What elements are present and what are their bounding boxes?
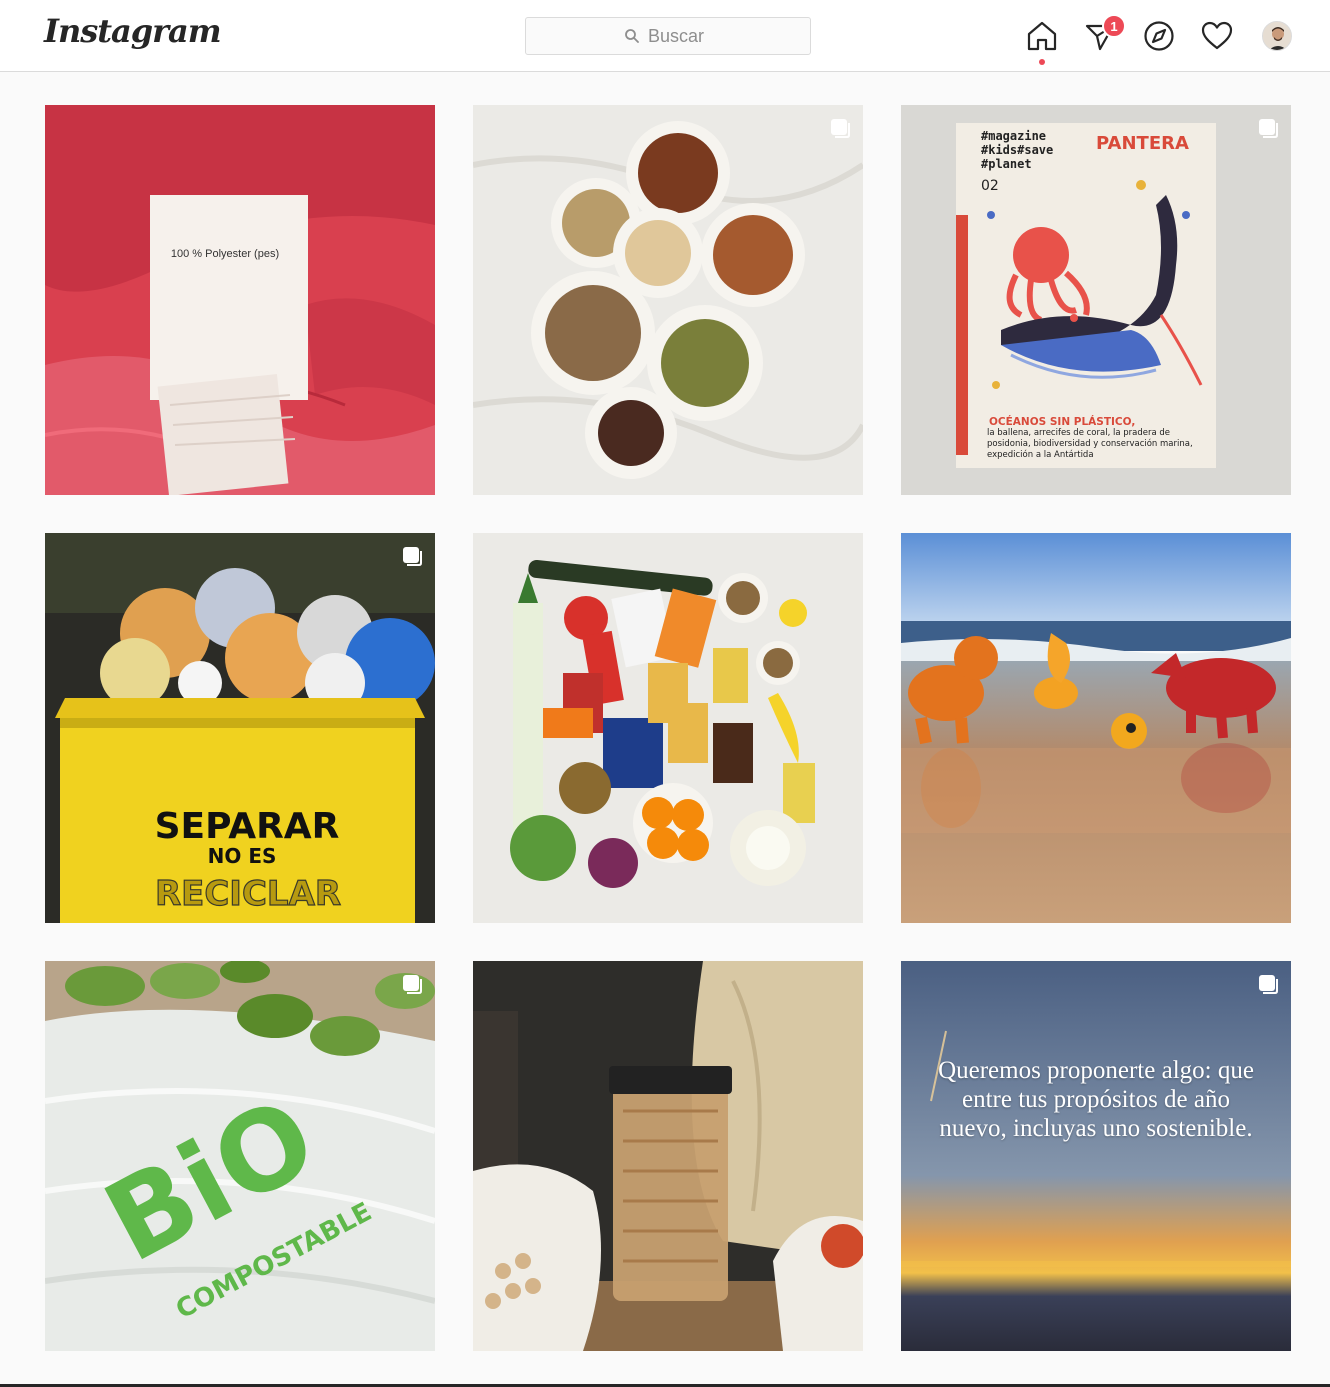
post-image-bio-bag: BiO COMPOSTABLE [45,961,435,1351]
bin-text-reciclar: RECICLAR [155,874,341,914]
posts-grid: 100 % Polyester (pes) #magazine #kids#sa… [45,105,1291,1351]
quote-text: Queremos proponerte algo: que entre tus … [938,1057,1254,1142]
post-image-groceries [473,533,863,923]
post-tile[interactable]: #magazine #kids#save #planet 02 PANTERA … [901,105,1291,495]
post-tile[interactable] [473,105,863,495]
search-box[interactable] [525,17,811,55]
post-image-recycling-bin: SEPARAR NO ES RECICLAR [45,533,435,923]
post-image-pantera-magazine: #magazine #kids#save #planet 02 PANTERA … [901,105,1291,495]
search-input[interactable] [648,25,712,47]
magazine-tag-3: #planet [981,157,1032,171]
magazine-title: PANTERA [1096,133,1189,154]
notification-badge: 1 [1102,14,1126,38]
post-tile[interactable]: SEPARAR NO ES RECICLAR [45,533,435,923]
multiple-posts-icon [831,119,850,138]
post-tile[interactable] [901,533,1291,923]
post-tile[interactable]: BiO COMPOSTABLE [45,961,435,1351]
home-active-dot [1039,59,1045,65]
multiple-posts-icon [1259,119,1278,138]
post-image-nuts-bags [473,105,863,495]
post-image-polyester-label: 100 % Polyester (pes) [45,105,435,495]
magazine-tag-1: #magazine [981,129,1046,143]
bin-text-separar: SEPARAR [155,806,340,847]
search-icon [625,29,639,43]
magazine-number: 02 [981,178,999,194]
post-tile[interactable]: 100 % Polyester (pes) [45,105,435,495]
post-tile[interactable] [473,961,863,1351]
post-image-beach-toys [901,533,1291,923]
multiple-posts-icon [403,547,422,566]
instagram-logo[interactable]: Instagram [44,12,222,50]
post-tile[interactable] [473,533,863,923]
post-image-pasta-jar [473,961,863,1351]
post-image-sunset-quote [901,961,1291,1351]
heart-icon[interactable] [1200,19,1234,53]
multiple-posts-icon [1259,975,1278,994]
profile-avatar[interactable] [1262,21,1292,51]
label-text: 100 % Polyester (pes) [171,248,279,260]
post-tile[interactable]: Queremos proponerte algo: que entre tus … [901,961,1291,1351]
magazine-body: la ballena, arrecifes de coral, la prade… [987,428,1193,460]
compass-icon[interactable] [1142,19,1176,53]
magazine-tag-2: #kids#save [981,143,1053,157]
bin-text-no-es: NO ES [208,844,277,868]
multiple-posts-icon [403,975,422,994]
top-nav-bar: Instagram 1 [0,0,1330,72]
magazine-subtitle: OCÉANOS SIN PLÁSTICO, [989,415,1135,428]
home-icon[interactable] [1025,19,1059,53]
